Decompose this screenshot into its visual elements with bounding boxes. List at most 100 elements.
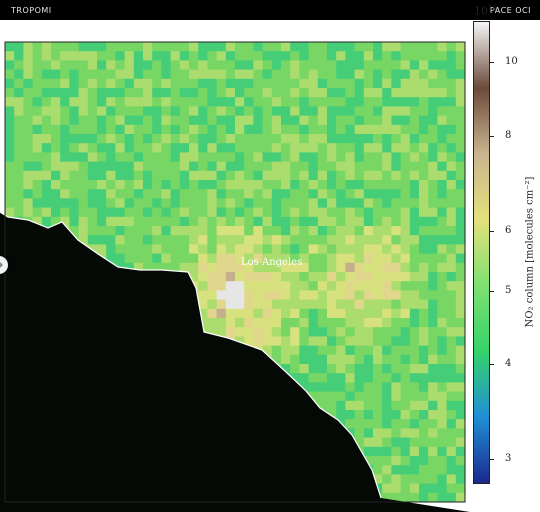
grid-cell [290, 106, 300, 117]
grid-cell [308, 354, 319, 365]
grid-cell [106, 216, 116, 227]
grid-cell [51, 152, 61, 163]
grid-cell [308, 318, 319, 328]
grid-cell [207, 189, 218, 199]
grid-cell [124, 170, 135, 181]
grid-cell [32, 115, 43, 126]
grid-cell [198, 97, 208, 107]
grid-cell [179, 253, 190, 264]
grid-cell [336, 382, 346, 393]
grid-cell [308, 60, 319, 71]
grid-cell [308, 299, 319, 310]
grid-cell [198, 281, 208, 291]
grid-cell [373, 428, 383, 439]
grid-cell [437, 115, 448, 126]
grid-cell [336, 97, 346, 107]
grid-cell [69, 161, 80, 172]
grid-cell [317, 69, 328, 80]
grid-cell [419, 290, 429, 301]
grid-cell [419, 419, 429, 429]
grid-cell [437, 106, 448, 117]
grid-cell [317, 354, 328, 365]
grid-cell [308, 143, 319, 153]
grid-cell [235, 106, 245, 117]
grid-cell [244, 235, 254, 245]
grid-cell [299, 226, 310, 236]
grid-cell [143, 161, 153, 172]
grid-cell [437, 42, 448, 52]
grid-cell [455, 115, 466, 126]
grid-cell [143, 235, 153, 245]
grid-cell [419, 124, 429, 135]
grid-cell [391, 170, 402, 181]
grid-cell [345, 51, 356, 61]
grid-cell [41, 106, 52, 117]
grid-cell [308, 42, 319, 52]
grid-cell [97, 42, 107, 52]
grid-cell [235, 272, 245, 282]
grid-cell [437, 124, 448, 135]
grid-cell [363, 308, 374, 319]
grid-cell [60, 180, 70, 190]
grid-cell [455, 69, 466, 80]
grid-cell [363, 60, 374, 71]
grid-cell [106, 189, 116, 199]
grid-cell [409, 97, 420, 107]
grid-cell [409, 226, 420, 236]
grid-cell [409, 483, 420, 494]
grid-cell [161, 42, 172, 52]
grid-cell [382, 244, 392, 255]
grid-cell [106, 106, 116, 117]
grid-cell [419, 364, 429, 374]
colorbar-tick-label: 8 [505, 129, 512, 141]
grid-cell [354, 180, 365, 190]
grid-cell [373, 161, 383, 172]
grid-cell [281, 180, 291, 190]
grid-cell [69, 207, 80, 218]
grid-cell [271, 88, 282, 98]
grid-cell [97, 170, 107, 181]
grid-cell [271, 207, 282, 218]
grid-cell [446, 492, 457, 503]
grid-cell [327, 400, 337, 411]
grid-cell [32, 88, 43, 98]
grid-cell [363, 170, 374, 181]
grid-cell [152, 42, 162, 52]
grid-cell [419, 299, 429, 310]
grid-cell [244, 115, 254, 126]
grid-cell [143, 207, 153, 218]
grid-cell [455, 290, 466, 301]
grid-cell [363, 345, 374, 356]
grid-cell [244, 134, 254, 144]
grid-cell [354, 207, 365, 218]
grid-cell [78, 180, 89, 190]
grid-cell [14, 69, 24, 80]
grid-cell [428, 272, 438, 282]
grid-cell [225, 88, 236, 98]
grid-cell [428, 51, 438, 61]
grid-cell [437, 400, 448, 411]
grid-cell [400, 272, 411, 282]
grid-cell [51, 97, 61, 107]
grid-cell [87, 216, 98, 227]
grid-cell [455, 198, 466, 209]
grid-cell [281, 216, 291, 227]
grid-cell [124, 198, 135, 209]
grid-cell [161, 207, 172, 218]
grid-cell [437, 410, 448, 420]
grid-cell [106, 207, 116, 218]
grid-cell [299, 308, 310, 319]
grid-cell [244, 290, 254, 301]
grid-cell [23, 180, 34, 190]
grid-cell [345, 253, 356, 264]
grid-cell [235, 170, 245, 181]
grid-cell [51, 134, 61, 144]
grid-cell [87, 161, 98, 172]
colorbar-tick-label: 6 [505, 224, 512, 236]
grid-cell [363, 42, 374, 52]
grid-cell [51, 60, 61, 71]
grid-cell [391, 198, 402, 209]
grid-cell [14, 143, 24, 153]
grid-cell [419, 336, 429, 347]
grid-cell [299, 198, 310, 209]
